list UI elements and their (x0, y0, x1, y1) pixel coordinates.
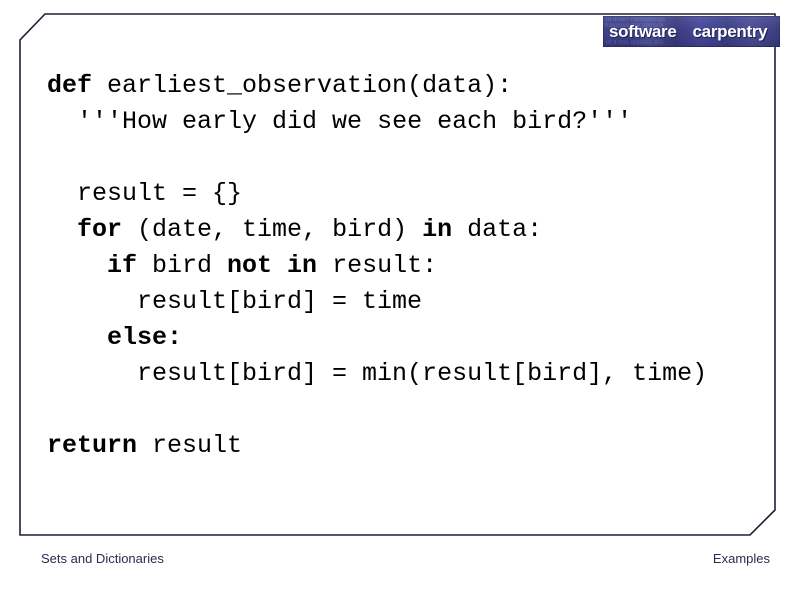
logo-word-software: software (609, 21, 677, 41)
code-keyword: in (422, 215, 468, 244)
code-listing: def earliest_observation(data): '''How e… (47, 68, 747, 464)
code-line: return result (47, 428, 747, 464)
code-text: result[bird] = time (137, 287, 423, 316)
code-line: result[bird] = time (47, 284, 747, 320)
code-line: for (date, time, bird) in data: (47, 212, 747, 248)
code-keyword: if (107, 251, 153, 280)
code-keyword: def (47, 71, 108, 100)
code-text: bird (152, 251, 228, 280)
code-line: result = {} (47, 176, 747, 212)
logo-wordmark: software carpentry (603, 16, 780, 47)
code-text: (date, time, bird) (137, 215, 423, 244)
code-text: result[bird] = min(result[bird], time) (137, 359, 708, 388)
footer-section-title: Sets and Dictionaries (41, 551, 164, 566)
software-carpentry-logo: of insert networkings nagoose the pecisi… (603, 16, 780, 47)
code-text: data: (467, 215, 543, 244)
code-keyword: not in (227, 251, 333, 280)
code-line: result[bird] = min(result[bird], time) (47, 356, 747, 392)
code-line: '''How early did we see each bird?''' (47, 104, 747, 140)
code-text: result = {} (77, 179, 243, 208)
code-line: if bird not in result: (47, 248, 747, 284)
code-line: def earliest_observation(data): (47, 68, 747, 104)
code-text: '''How early did we see each bird?''' (77, 107, 633, 136)
code-line: else: (47, 320, 747, 356)
logo-word-carpentry: carpentry (692, 21, 768, 41)
footer-slide-label: Examples (712, 551, 770, 566)
code-keyword: else: (107, 323, 183, 352)
code-keyword: return (47, 431, 153, 460)
code-text: result: (332, 251, 438, 280)
code-text: result (152, 431, 243, 460)
code-text: earliest_observation(data): (107, 71, 513, 100)
code-keyword: for (77, 215, 138, 244)
